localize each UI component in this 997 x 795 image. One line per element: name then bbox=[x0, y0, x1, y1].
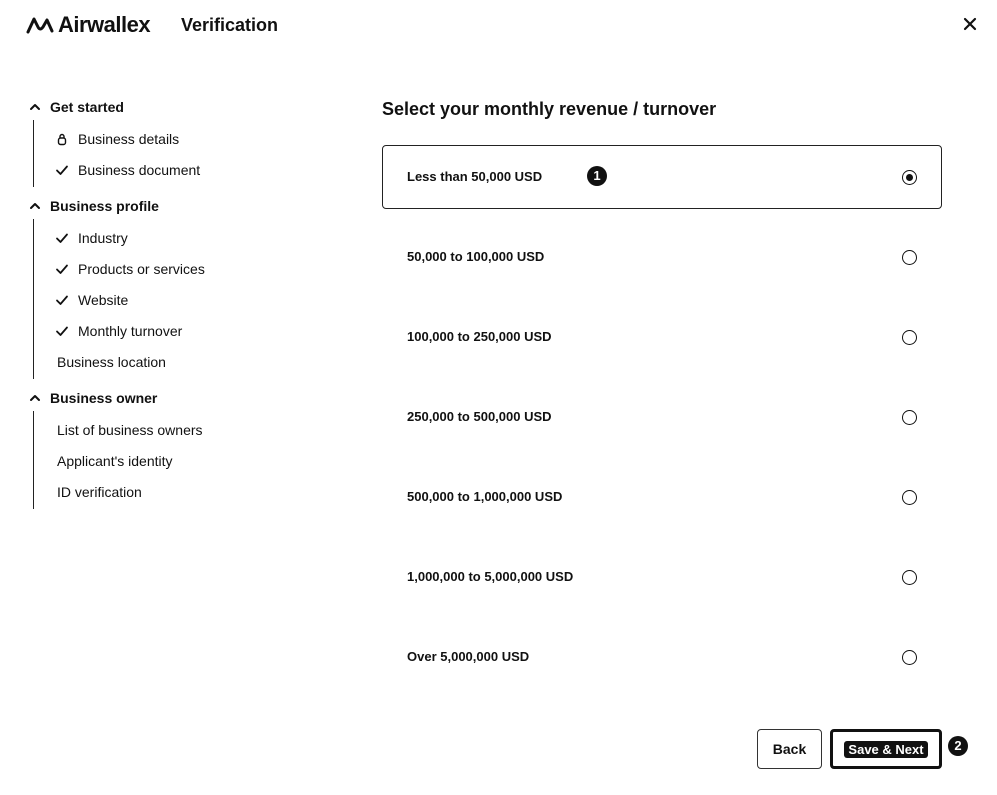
check-icon bbox=[54, 261, 70, 277]
sidebar-item-label: Applicant's identity bbox=[57, 452, 173, 469]
airwallex-logo-icon bbox=[26, 17, 54, 34]
sidebar-item-business-document[interactable]: Business document bbox=[54, 154, 346, 185]
sidebar-item-label: Business details bbox=[78, 130, 180, 147]
radio-selected-dot bbox=[905, 173, 913, 181]
close-button[interactable] bbox=[961, 15, 979, 33]
revenue-option-1m-5m[interactable]: 1,000,000 to 5,000,000 USD bbox=[382, 545, 942, 609]
close-icon bbox=[963, 17, 977, 31]
radio-button[interactable] bbox=[902, 650, 917, 665]
main-content: Select your monthly revenue / turnover L… bbox=[382, 96, 942, 665]
airwallex-logo: Airwallex bbox=[26, 12, 151, 38]
option-label: Over 5,000,000 USD bbox=[407, 649, 530, 664]
chevron-up-icon bbox=[30, 203, 40, 209]
sidebar-item-label: Monthly turnover bbox=[78, 322, 183, 339]
radio-button[interactable] bbox=[902, 170, 917, 185]
option-label: 1,000,000 to 5,000,000 USD bbox=[407, 569, 574, 584]
chevron-up-icon bbox=[30, 395, 40, 401]
sidebar-item-list-of-business-owners[interactable]: List of business owners bbox=[54, 414, 346, 445]
radio-button[interactable] bbox=[902, 410, 917, 425]
revenue-option-500k-1m[interactable]: 500,000 to 1,000,000 USD bbox=[382, 465, 942, 529]
section-business-profile: Business profile Industry Products or se… bbox=[26, 193, 346, 379]
sidebar-item-label: Website bbox=[78, 291, 129, 308]
radio-button[interactable] bbox=[902, 250, 917, 265]
radio-button[interactable] bbox=[902, 570, 917, 585]
page-title: Verification bbox=[181, 15, 279, 35]
verification-steps-sidebar: Get started Business details Business do… bbox=[26, 94, 346, 515]
revenue-option-100k-250k[interactable]: 100,000 to 250,000 USD bbox=[382, 305, 942, 369]
sidebar-item-industry[interactable]: Industry bbox=[54, 222, 346, 253]
option-label: 250,000 to 500,000 USD bbox=[407, 409, 552, 424]
sidebar-item-label: Business document bbox=[78, 161, 201, 178]
section-items: Industry Products or services Website Mo… bbox=[33, 219, 346, 379]
sidebar-item-products-or-services[interactable]: Products or services bbox=[54, 253, 346, 284]
sidebar-item-label: Industry bbox=[78, 229, 128, 246]
sidebar-item-label: Business location bbox=[57, 353, 166, 370]
sidebar-item-label: Products or services bbox=[78, 260, 205, 277]
save-and-next-button[interactable]: Save & Next bbox=[830, 729, 942, 769]
lock-icon bbox=[54, 131, 70, 147]
revenue-options: Less than 50,000 USD 1 50,000 to 100,000… bbox=[382, 145, 942, 705]
section-get-started: Get started Business details Business do… bbox=[26, 94, 346, 187]
header: Airwallex Verification bbox=[0, 0, 997, 50]
option-label: 50,000 to 100,000 USD bbox=[407, 249, 545, 264]
save-and-next-label: Save & Next bbox=[844, 740, 928, 758]
section-title: Business profile bbox=[50, 198, 159, 214]
sidebar-item-label: ID verification bbox=[57, 483, 142, 500]
section-business-owner: Business owner List of business owners A… bbox=[26, 385, 346, 509]
sidebar-item-website[interactable]: Website bbox=[54, 284, 346, 315]
check-icon bbox=[54, 230, 70, 246]
section-header-business-owner[interactable]: Business owner bbox=[26, 385, 346, 411]
sidebar-item-applicants-identity[interactable]: Applicant's identity bbox=[54, 445, 346, 476]
option-label: 500,000 to 1,000,000 USD bbox=[407, 489, 563, 504]
section-header-get-started[interactable]: Get started bbox=[26, 94, 346, 120]
radio-button[interactable] bbox=[902, 490, 917, 505]
question-title: Select your monthly revenue / turnover bbox=[382, 99, 717, 119]
section-items: Business details Business document bbox=[33, 120, 346, 187]
check-icon bbox=[54, 323, 70, 339]
sidebar-item-business-details[interactable]: Business details bbox=[54, 123, 346, 154]
revenue-option-over-5m[interactable]: Over 5,000,000 USD bbox=[382, 625, 942, 689]
check-icon bbox=[54, 292, 70, 308]
revenue-option-250k-500k[interactable]: 250,000 to 500,000 USD bbox=[382, 385, 942, 449]
section-items: List of business owners Applicant's iden… bbox=[33, 411, 346, 509]
annotation-marker-1: 1 bbox=[587, 166, 607, 186]
back-button[interactable]: Back bbox=[757, 729, 822, 769]
section-header-business-profile[interactable]: Business profile bbox=[26, 193, 346, 219]
radio-button[interactable] bbox=[902, 330, 917, 345]
annotation-marker-2: 2 bbox=[948, 736, 968, 756]
option-label: 100,000 to 250,000 USD bbox=[407, 329, 552, 344]
logo-text: Airwallex bbox=[58, 12, 151, 37]
check-icon bbox=[54, 162, 70, 178]
sidebar-item-business-location[interactable]: Business location bbox=[54, 346, 346, 377]
sidebar-item-label: List of business owners bbox=[57, 421, 203, 438]
option-label: Less than 50,000 USD bbox=[407, 169, 543, 184]
sidebar-item-id-verification[interactable]: ID verification bbox=[54, 476, 346, 507]
section-title: Get started bbox=[50, 99, 124, 115]
revenue-option-less-than-50k[interactable]: Less than 50,000 USD 1 bbox=[382, 145, 942, 209]
chevron-up-icon bbox=[30, 104, 40, 110]
sidebar-item-monthly-turnover[interactable]: Monthly turnover bbox=[54, 315, 346, 346]
revenue-option-50k-100k[interactable]: 50,000 to 100,000 USD bbox=[382, 225, 942, 289]
section-title: Business owner bbox=[50, 390, 158, 406]
